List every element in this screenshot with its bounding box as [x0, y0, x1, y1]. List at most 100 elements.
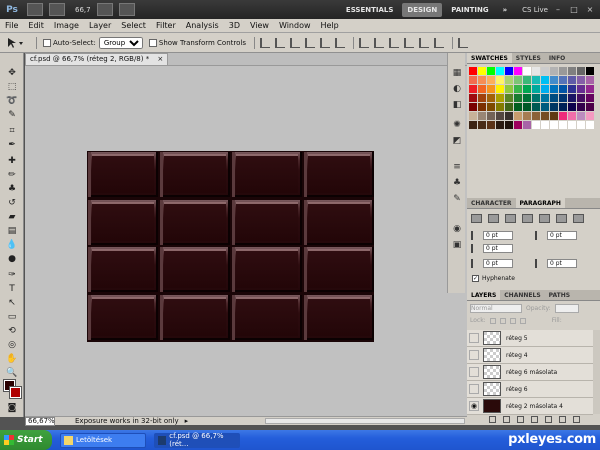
- swatch[interactable]: [514, 67, 522, 75]
- swatch[interactable]: [568, 76, 576, 84]
- cs-live-button[interactable]: CS Live: [522, 6, 548, 14]
- marquee-tool-icon[interactable]: ⬚: [5, 81, 19, 93]
- tab-paths[interactable]: PATHS: [545, 290, 574, 300]
- healing-brush-tool-icon[interactable]: ✚: [5, 155, 19, 167]
- lock-position-icon[interactable]: [509, 317, 516, 324]
- quick-mask-icon[interactable]: ◙: [5, 402, 19, 414]
- zoom-level-display[interactable]: 66,7: [75, 6, 91, 14]
- background-color-swatch[interactable]: [9, 386, 22, 399]
- swatch[interactable]: [505, 85, 513, 93]
- swatch[interactable]: [577, 103, 585, 111]
- shape-tool-icon[interactable]: ▭: [5, 311, 19, 323]
- swatch[interactable]: [496, 94, 504, 102]
- more-workspaces-icon[interactable]: »: [498, 3, 513, 17]
- swatch[interactable]: [496, 112, 504, 120]
- swatch[interactable]: [586, 76, 594, 84]
- swatch[interactable]: [550, 103, 558, 111]
- swatch[interactable]: [505, 76, 513, 84]
- swatch[interactable]: [532, 121, 540, 129]
- swatch[interactable]: [586, 121, 594, 129]
- close-icon[interactable]: ×: [584, 5, 596, 14]
- swatch[interactable]: [559, 85, 567, 93]
- distribute-right-icon[interactable]: [433, 37, 444, 48]
- pen-tool-icon[interactable]: ✑: [5, 269, 19, 281]
- swatch[interactable]: [523, 67, 531, 75]
- type-tool-icon[interactable]: T: [5, 283, 19, 295]
- swatch[interactable]: [505, 94, 513, 102]
- history-brush-tool-icon[interactable]: ↺: [5, 197, 19, 209]
- swatch[interactable]: [469, 76, 477, 84]
- align-left-text-icon[interactable]: [471, 214, 482, 223]
- swatch[interactable]: [568, 121, 576, 129]
- swatch[interactable]: [487, 85, 495, 93]
- swatch[interactable]: [577, 76, 585, 84]
- swatch[interactable]: [496, 76, 504, 84]
- swatch[interactable]: [568, 67, 576, 75]
- opacity-field[interactable]: [554, 304, 579, 313]
- status-info[interactable]: Exposure works in 32-bit only: [75, 417, 179, 425]
- swatch[interactable]: [559, 112, 567, 120]
- swatch[interactable]: [550, 121, 558, 129]
- horizontal-scrollbar[interactable]: [265, 418, 465, 424]
- swatch[interactable]: [478, 121, 486, 129]
- swatch[interactable]: [487, 94, 495, 102]
- swatch[interactable]: [541, 103, 549, 111]
- styles-panel-icon[interactable]: ◧: [451, 99, 463, 111]
- view-extras-icon[interactable]: [49, 3, 65, 16]
- distribute-center-icon[interactable]: [373, 37, 384, 48]
- swatch[interactable]: [541, 112, 549, 120]
- swatch[interactable]: [532, 112, 540, 120]
- swatch[interactable]: [550, 94, 558, 102]
- swatch[interactable]: [568, 112, 576, 120]
- align-top-icon[interactable]: [259, 37, 270, 48]
- distribute-left-icon[interactable]: [403, 37, 414, 48]
- workspace-design[interactable]: DESIGN: [402, 2, 443, 17]
- swatch[interactable]: [469, 67, 477, 75]
- swatch[interactable]: [514, 94, 522, 102]
- distribute-top-icon[interactable]: [358, 37, 369, 48]
- hyphenate-checkbox[interactable]: ✓: [472, 275, 479, 282]
- tab-paragraph[interactable]: PARAGRAPH: [515, 198, 565, 208]
- blend-mode-dropdown[interactable]: Normal: [470, 304, 522, 313]
- screen-mode-icon[interactable]: [118, 3, 135, 16]
- swatch[interactable]: [541, 94, 549, 102]
- move-tool-preset-icon[interactable]: [6, 36, 28, 50]
- swatches-panel-icon[interactable]: ▦: [451, 67, 463, 79]
- swatch[interactable]: [586, 67, 594, 75]
- menu-analysis[interactable]: Analysis: [181, 21, 224, 30]
- document-tab[interactable]: cf.psd @ 66,7% (réteg 2, RGB/8) * ×: [25, 53, 169, 66]
- status-menu-arrow-icon[interactable]: ▸: [185, 417, 189, 425]
- swatch[interactable]: [532, 85, 540, 93]
- swatch[interactable]: [532, 94, 540, 102]
- swatch[interactable]: [586, 94, 594, 102]
- swatch[interactable]: [577, 85, 585, 93]
- layer-row[interactable]: réteg 4: [467, 347, 593, 364]
- swatch[interactable]: [541, 76, 549, 84]
- restore-icon[interactable]: □: [568, 5, 580, 14]
- indent-first-line-input[interactable]: 0 pt: [483, 244, 513, 253]
- swatch[interactable]: [532, 103, 540, 111]
- taskbar-item-downloads[interactable]: Letöltések: [60, 432, 146, 448]
- swatch[interactable]: [577, 67, 585, 75]
- workspace-essentials[interactable]: ESSENTIALS: [341, 3, 399, 17]
- lock-transparent-icon[interactable]: [489, 317, 496, 324]
- swatch[interactable]: [505, 67, 513, 75]
- 3d-rotate-tool-icon[interactable]: ⟲: [5, 325, 19, 337]
- crop-tool-icon[interactable]: ⌗: [5, 125, 19, 137]
- menu-filter[interactable]: Filter: [151, 21, 181, 30]
- swatch[interactable]: [478, 85, 486, 93]
- close-document-icon[interactable]: ×: [157, 54, 163, 65]
- lock-image-icon[interactable]: [499, 317, 506, 324]
- swatch[interactable]: [469, 112, 477, 120]
- layer-row[interactable]: réteg 6 másolata: [467, 364, 593, 381]
- justify-last-right-icon[interactable]: [556, 214, 567, 223]
- align-right-icon[interactable]: [334, 37, 345, 48]
- path-selection-tool-icon[interactable]: ↖: [5, 297, 19, 309]
- tool-presets-panel-icon[interactable]: ✎: [451, 193, 463, 205]
- tab-swatches[interactable]: SWATCHES: [467, 53, 512, 63]
- swatch[interactable]: [496, 85, 504, 93]
- indent-left-input[interactable]: 0 pt: [483, 231, 513, 240]
- swatch[interactable]: [568, 103, 576, 111]
- blur-tool-icon[interactable]: 💧: [5, 239, 19, 251]
- delete-layer-icon[interactable]: [573, 416, 580, 423]
